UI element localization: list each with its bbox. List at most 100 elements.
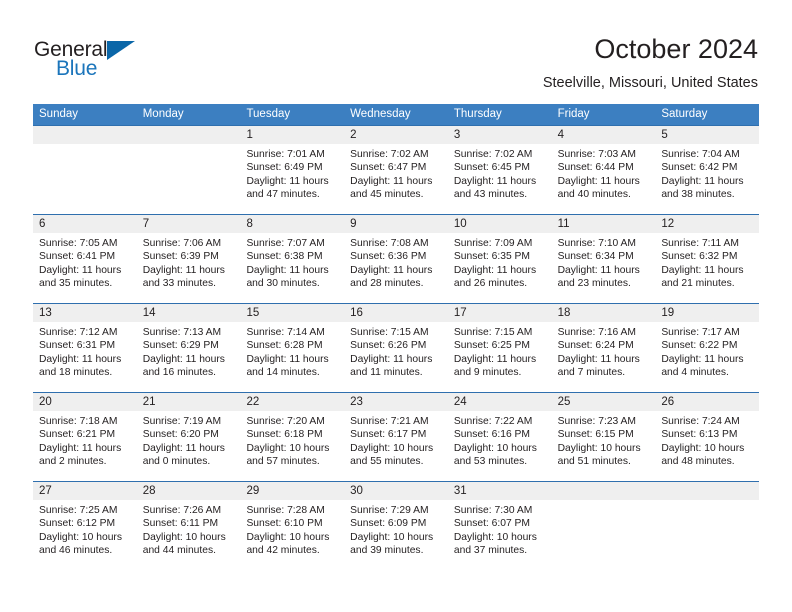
day-cell-empty — [655, 482, 760, 570]
day-cell[interactable]: 21 Sunrise: 7:19 AM Sunset: 6:20 PM Dayligh… — [136, 393, 241, 481]
weekday-header-thursday: Thursday — [453, 108, 502, 120]
day-number-band: 16 — [344, 304, 448, 322]
daylight-text-line2: and 11 minutes. — [350, 367, 423, 379]
day-cell[interactable]: 18 Sunrise: 7:16 AM Sunset: 6:24 PM Dayligh… — [551, 304, 656, 392]
day-cell[interactable]: 25 Sunrise: 7:23 AM Sunset: 6:15 PM Dayligh… — [551, 393, 656, 481]
daylight-text-line2: and 53 minutes. — [453, 456, 528, 468]
sunset-text: Sunset: 6:41 PM — [39, 251, 116, 263]
day-cell[interactable]: 6 Sunrise: 7:05 AM Sunset: 6:41 PM Daylight… — [33, 215, 137, 303]
day-number-band: 4 — [551, 126, 656, 144]
sunrise-text: Sunrise: 7:15 AM — [350, 327, 429, 338]
sunset-text: Sunset: 6:10 PM — [246, 518, 323, 530]
page-header: General Blue October 2024 Steelville, Mi… — [0, 0, 792, 100]
day-cell[interactable]: 14 Sunrise: 7:13 AM Sunset: 6:29 PM Dayligh… — [136, 304, 241, 392]
sunset-text: Sunset: 6:12 PM — [39, 518, 116, 530]
day-cell[interactable]: 16 Sunrise: 7:15 AM Sunset: 6:26 PM Dayligh… — [344, 304, 448, 392]
sunset-text: Sunset: 6:26 PM — [350, 340, 427, 352]
day-cell[interactable]: 29 Sunrise: 7:28 AM Sunset: 6:10 PM Dayligh… — [240, 482, 345, 570]
daylight-text-line2: and 48 minutes. — [661, 456, 735, 468]
day-cell[interactable]: 27 Sunrise: 7:25 AM Sunset: 6:12 PM Dayligh… — [33, 482, 137, 570]
sunset-text: Sunset: 6:13 PM — [661, 429, 738, 441]
sunset-text: Sunset: 6:15 PM — [557, 429, 634, 441]
day-details: Sunrise: 7:15 AM Sunset: 6:26 PM Daylight:… — [344, 322, 448, 380]
day-cell[interactable]: 1 Sunrise: 7:01 AM Sunset: 6:49 PM Daylight… — [240, 126, 345, 214]
sunset-text: Sunset: 6:11 PM — [142, 518, 219, 530]
sunset-text: Sunset: 6:21 PM — [39, 429, 116, 441]
day-cell[interactable]: 4 Sunrise: 7:03 AM Sunset: 6:44 PM Daylight… — [551, 126, 656, 214]
day-number: 27 — [39, 485, 52, 497]
day-details: Sunrise: 7:09 AM Sunset: 6:35 PM Daylight:… — [448, 233, 552, 291]
day-details: Sunrise: 7:14 AM Sunset: 6:28 PM Daylight:… — [240, 322, 344, 380]
daylight-text-line1: Daylight: 11 hours — [39, 442, 122, 454]
day-number: 12 — [661, 218, 675, 230]
sunrise-text: Sunrise: 7:04 AM — [661, 149, 740, 160]
day-cell[interactable]: 10 Sunrise: 7:09 AM Sunset: 6:35 PM Dayligh… — [447, 215, 552, 303]
sunrise-text: Sunrise: 7:26 AM — [142, 505, 222, 516]
day-cell[interactable]: 8 Sunrise: 7:07 AM Sunset: 6:38 PM Daylight… — [240, 215, 345, 303]
day-cell[interactable]: 28 Sunrise: 7:26 AM Sunset: 6:11 PM Dayligh… — [136, 482, 241, 570]
day-details: Sunrise: 7:07 AM Sunset: 6:38 PM Daylight:… — [240, 233, 344, 291]
day-cell[interactable]: 9 Sunrise: 7:08 AM Sunset: 6:36 PM Daylight… — [344, 215, 448, 303]
day-number: 19 — [661, 307, 675, 319]
day-cell[interactable]: 17 Sunrise: 7:15 AM Sunset: 6:25 PM Dayligh… — [447, 304, 552, 392]
day-number-band: 5 — [655, 126, 760, 144]
sunset-text: Sunset: 6:44 PM — [557, 162, 634, 174]
sunrise-text: Sunrise: 7:09 AM — [453, 238, 533, 249]
day-details: Sunrise: 7:21 AM Sunset: 6:17 PM Daylight:… — [344, 411, 448, 469]
daylight-text-line1: Daylight: 10 hours — [661, 442, 745, 454]
sunrise-text: Sunrise: 7:11 AM — [661, 238, 739, 249]
day-cell[interactable]: 12 Sunrise: 7:11 AM Sunset: 6:32 PM Dayligh… — [655, 215, 760, 303]
day-number: 28 — [142, 485, 156, 497]
day-cell[interactable]: 20 Sunrise: 7:18 AM Sunset: 6:21 PM Dayligh… — [33, 393, 137, 481]
day-number-band — [551, 482, 656, 500]
day-number-band: 31 — [447, 482, 552, 500]
day-number: 31 — [453, 485, 467, 497]
day-number: 26 — [661, 396, 675, 408]
daylight-text-line1: Daylight: 11 hours — [557, 353, 640, 365]
daylight-text-line2: and 9 minutes. — [453, 367, 522, 379]
day-number-band: 19 — [655, 304, 760, 322]
day-number-band: 11 — [551, 215, 656, 233]
daylight-text-line1: Daylight: 10 hours — [246, 531, 330, 543]
day-details: Sunrise: 7:13 AM Sunset: 6:29 PM Daylight:… — [137, 322, 241, 380]
calendar-grid: Sunday Monday Tuesday Wednesday Thursday… — [33, 104, 760, 570]
day-cell[interactable]: 5 Sunrise: 7:04 AM Sunset: 6:42 PM Daylight… — [655, 126, 760, 214]
day-cell[interactable]: 2 Sunrise: 7:02 AM Sunset: 6:47 PM Daylight… — [344, 126, 448, 214]
sunrise-text: Sunrise: 7:17 AM — [661, 327, 740, 338]
day-cell[interactable]: 23 Sunrise: 7:21 AM Sunset: 6:17 PM Dayligh… — [344, 393, 448, 481]
sunrise-text: Sunrise: 7:10 AM — [557, 238, 637, 249]
day-cell[interactable]: 11 Sunrise: 7:10 AM Sunset: 6:34 PM Dayligh… — [551, 215, 656, 303]
day-cell[interactable]: 22 Sunrise: 7:20 AM Sunset: 6:18 PM Dayligh… — [240, 393, 345, 481]
day-cell[interactable]: 3 Sunrise: 7:02 AM Sunset: 6:45 PM Daylight… — [447, 126, 552, 214]
daylight-text-line1: Daylight: 11 hours — [246, 264, 329, 276]
sunrise-text: Sunrise: 7:02 AM — [350, 149, 429, 160]
sunrise-text: Sunrise: 7:13 AM — [142, 327, 222, 338]
sunset-text: Sunset: 6:25 PM — [453, 340, 531, 352]
daylight-text-line2: and 39 minutes. — [350, 545, 424, 557]
day-cell[interactable]: 13 Sunrise: 7:12 AM Sunset: 6:31 PM Dayligh… — [33, 304, 137, 392]
day-details: Sunrise: 7:28 AM Sunset: 6:10 PM Daylight:… — [240, 500, 344, 558]
day-cell[interactable]: 30 Sunrise: 7:29 AM Sunset: 6:09 PM Dayligh… — [344, 482, 448, 570]
day-details: Sunrise: 7:12 AM Sunset: 6:31 PM Daylight:… — [33, 322, 137, 380]
daylight-text-line1: Daylight: 11 hours — [661, 353, 744, 365]
day-cell[interactable]: 15 Sunrise: 7:14 AM Sunset: 6:28 PM Dayligh… — [240, 304, 345, 392]
day-number-band: 21 — [136, 393, 241, 411]
daylight-text-line2: and 35 minutes. — [39, 278, 113, 290]
page-subtitle: Steelville, Missouri, United States — [542, 75, 758, 91]
sunset-text: Sunset: 6:45 PM — [453, 162, 531, 174]
sunset-text: Sunset: 6:20 PM — [142, 429, 219, 441]
day-cell[interactable]: 7 Sunrise: 7:06 AM Sunset: 6:39 PM Daylight… — [136, 215, 241, 303]
day-cell[interactable]: 19 Sunrise: 7:17 AM Sunset: 6:22 PM Dayligh… — [655, 304, 760, 392]
day-cell[interactable]: 24 Sunrise: 7:22 AM Sunset: 6:16 PM Dayligh… — [447, 393, 552, 481]
day-cell[interactable]: 31 Sunrise: 7:30 AM Sunset: 6:07 PM Dayligh… — [447, 482, 552, 570]
calendar-week-row: 27 Sunrise: 7:25 AM Sunset: 6:12 PM Dayligh… — [33, 481, 760, 570]
sunrise-text: Sunrise: 7:21 AM — [350, 416, 429, 427]
daylight-text-line2: and 40 minutes. — [557, 189, 631, 201]
sunrise-text: Sunrise: 7:19 AM — [142, 416, 222, 427]
day-number-band: 15 — [240, 304, 345, 322]
general-blue-logo: General Blue — [34, 38, 204, 86]
daylight-text-line2: and 16 minutes. — [142, 367, 216, 379]
day-number-band: 8 — [240, 215, 345, 233]
day-cell[interactable]: 26 Sunrise: 7:24 AM Sunset: 6:13 PM Dayligh… — [655, 393, 760, 481]
daylight-text-line1: Daylight: 11 hours — [557, 264, 640, 276]
